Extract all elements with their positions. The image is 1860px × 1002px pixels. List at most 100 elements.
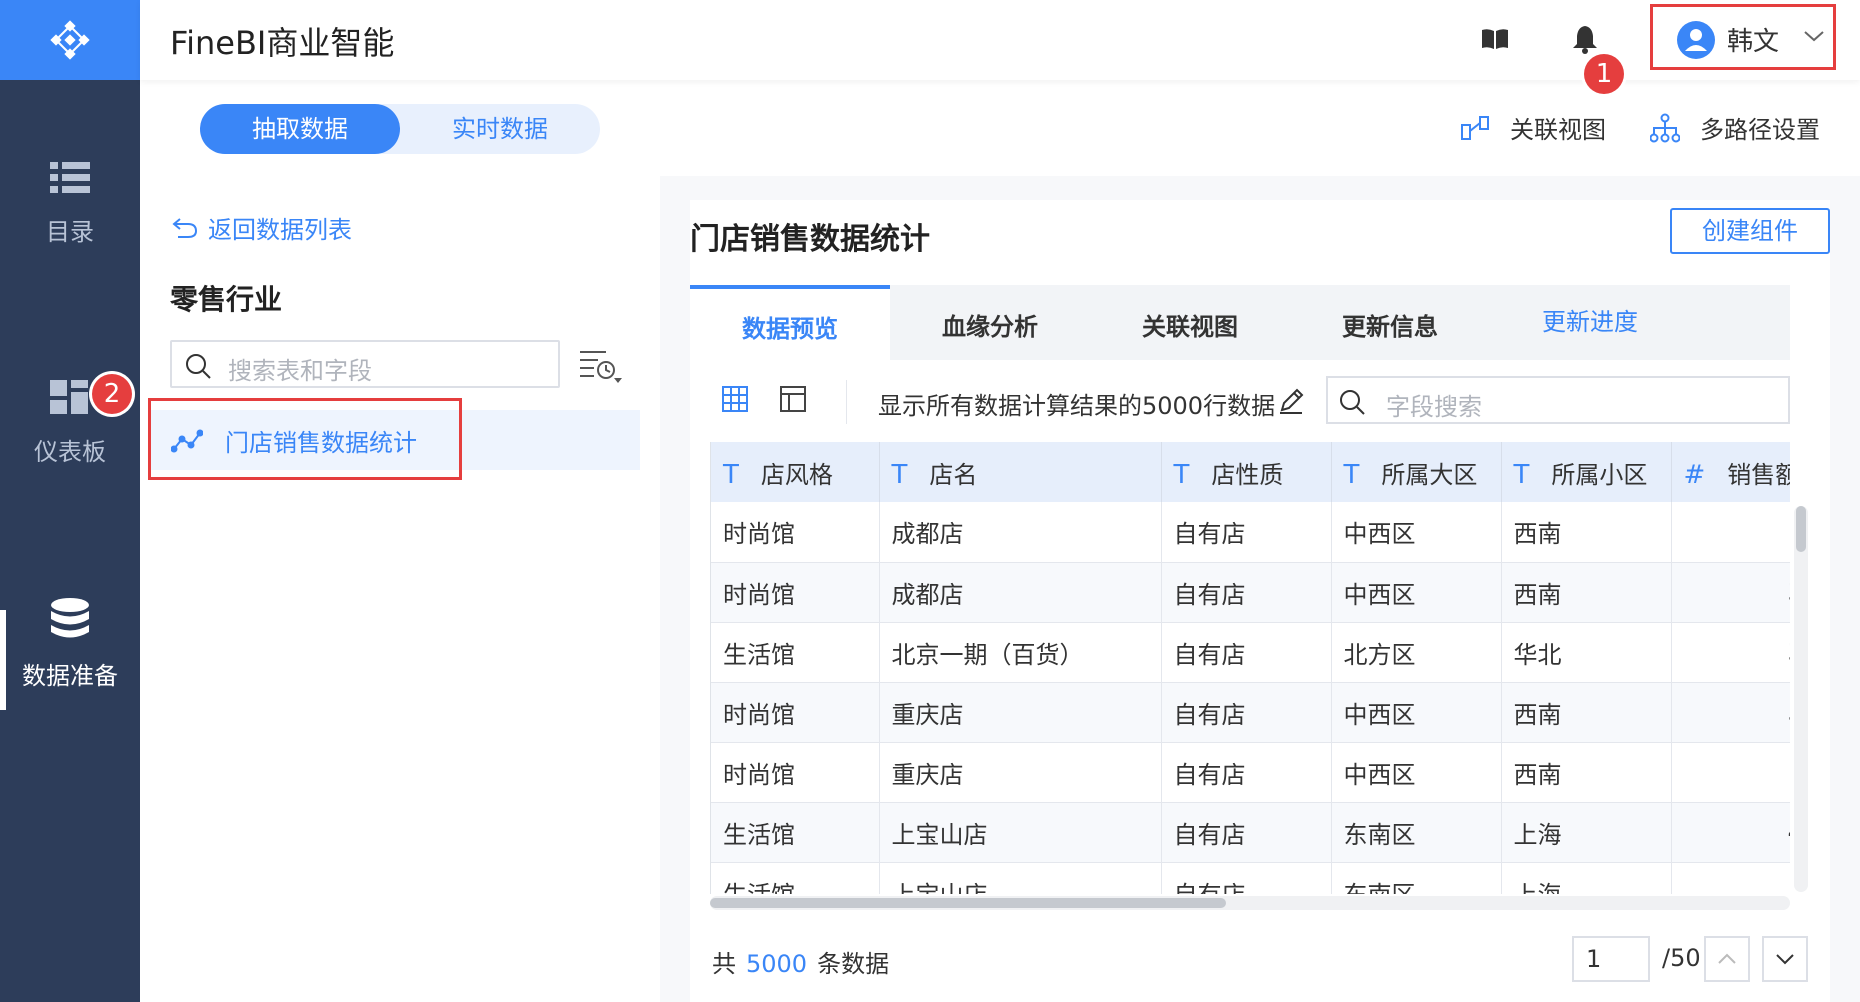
table-cell: 中西区 xyxy=(1331,682,1502,743)
table-row[interactable]: 时尚馆成都店自有店中西区西南3, xyxy=(711,562,1790,623)
table-item-label: 门店销售数据统计 xyxy=(225,429,417,457)
page-total: /50 xyxy=(1662,944,1701,972)
table-cell: 自有店 xyxy=(1161,502,1332,563)
book-icon[interactable] xyxy=(1480,24,1510,54)
table-cell: 西南 xyxy=(1501,742,1672,803)
detail-tabs: 数据预览 血缘分析 关联视图 更新信息 更新进度 xyxy=(690,285,1790,360)
page-number-input[interactable]: 1 xyxy=(1572,936,1650,982)
column-header[interactable]: T 店性质 xyxy=(1161,442,1332,502)
count-prefix: 共 xyxy=(712,950,736,978)
table-row[interactable]: 时尚馆重庆店自有店中西区西南5, xyxy=(711,682,1790,743)
tab-lineage-analysis[interactable]: 血缘分析 xyxy=(890,285,1090,360)
user-menu[interactable]: 韩文 xyxy=(1650,4,1836,70)
table-header-row: T 店风格 T 店名 T 店性质 T 所属大区 T 所属小区 # 销售额 xyxy=(711,442,1790,502)
column-header[interactable]: # 销售额 xyxy=(1671,442,1790,502)
horizontal-scrollbar[interactable] xyxy=(710,896,1790,910)
grid-view-icon[interactable] xyxy=(722,386,748,412)
page-down-button[interactable] xyxy=(1762,936,1808,982)
tab-relation-view[interactable]: 关联视图 xyxy=(1090,285,1290,360)
table-cell: 中西区 xyxy=(1331,502,1502,563)
bell-icon[interactable] xyxy=(1572,24,1598,54)
table-cell: 自有店 xyxy=(1161,562,1332,623)
user-avatar-icon xyxy=(1677,21,1715,59)
edit-pencil-icon[interactable] xyxy=(1278,388,1304,414)
toggle-realtime-data[interactable]: 实时数据 xyxy=(400,104,600,154)
table-cell: 成都店 xyxy=(879,502,1162,563)
user-name: 韩文 xyxy=(1727,27,1780,57)
count-suffix: 条数据 xyxy=(817,950,890,978)
scroll-thumb[interactable] xyxy=(1796,506,1806,552)
text-type-icon: T xyxy=(891,459,908,490)
table-cell: 自有店 xyxy=(1161,622,1332,683)
nav-item-label: 目录 xyxy=(46,218,94,246)
table-cell: 生活馆 xyxy=(711,622,880,683)
table-cell: 4, xyxy=(1671,802,1790,863)
table-cell: 重庆店 xyxy=(879,682,1162,743)
column-name: 店名 xyxy=(929,460,978,489)
nav-item-label: 数据准备 xyxy=(22,662,118,690)
search-icon xyxy=(1340,390,1365,415)
table-cell: 华北 xyxy=(1501,622,1672,683)
back-to-data-list-link[interactable]: 返回数据列表 xyxy=(172,210,352,245)
table-row[interactable]: 时尚馆重庆店自有店中西区西南1, xyxy=(711,742,1790,803)
nav-item-catalog[interactable]: 目录 xyxy=(0,160,140,247)
column-header[interactable]: T 店风格 xyxy=(711,442,880,502)
table-field-search-input[interactable]: 搜索表和字段 xyxy=(170,340,560,388)
logo-icon xyxy=(50,20,90,60)
table-cell: 生活馆 xyxy=(711,862,880,894)
table-cell: 时尚馆 xyxy=(711,562,880,623)
layout-view-icon[interactable] xyxy=(780,386,806,412)
table-cell: 中西区 xyxy=(1331,562,1502,623)
tab-update-info[interactable]: 更新信息 xyxy=(1290,285,1490,360)
column-header[interactable]: T 所属大区 xyxy=(1331,442,1502,502)
table-cell: 中西区 xyxy=(1331,742,1502,803)
field-search-input[interactable]: 字段搜索 xyxy=(1326,376,1790,424)
list-icon xyxy=(50,162,90,193)
chevron-down-icon xyxy=(1804,31,1824,42)
number-type-icon: # xyxy=(1683,459,1706,490)
vertical-scrollbar[interactable] xyxy=(1794,506,1808,892)
table-row[interactable]: 生活馆上宝山店自有店东南区上海1, xyxy=(711,862,1790,894)
filter-history-icon[interactable] xyxy=(578,346,622,386)
table-row[interactable]: 生活馆上宝山店自有店东南区上海4, xyxy=(711,802,1790,863)
column-name: 销售额 xyxy=(1727,460,1790,489)
table-cell: 成都店 xyxy=(879,562,1162,623)
tab-data-preview[interactable]: 数据预览 xyxy=(690,285,890,360)
multipath-settings-button[interactable]: 多路径设置 xyxy=(1650,110,1820,145)
back-label: 返回数据列表 xyxy=(208,216,352,244)
chevron-up-icon xyxy=(1718,953,1736,964)
table-item-store-sales[interactable]: 门店销售数据统计 xyxy=(148,398,462,480)
table-cell: 北京一期（百货） xyxy=(879,622,1162,683)
scroll-thumb[interactable] xyxy=(710,898,1226,908)
row-count-info: 显示所有数据计算结果的5000行数据 xyxy=(878,392,1276,420)
step-badge-2: 2 xyxy=(92,374,132,414)
create-component-button[interactable]: 创建组件 xyxy=(1670,208,1830,254)
column-name: 所属大区 xyxy=(1381,460,1478,489)
app-title: FineBI商业智能 xyxy=(170,24,395,62)
table-cell: 西南 xyxy=(1501,682,1672,743)
page-up-button[interactable] xyxy=(1704,936,1750,982)
table-cell: 自有店 xyxy=(1161,802,1332,863)
table-row[interactable]: 时尚馆成都店自有店中西区西南1, xyxy=(711,502,1790,563)
app-logo[interactable] xyxy=(0,0,140,80)
dashboard-icon xyxy=(50,380,88,414)
tab-update-progress[interactable]: 更新进度 xyxy=(1490,285,1690,360)
column-header[interactable]: T 所属小区 xyxy=(1501,442,1672,502)
search-icon xyxy=(186,354,211,379)
table-cell: 东南区 xyxy=(1331,862,1502,894)
table-cell: 时尚馆 xyxy=(711,502,880,563)
column-header[interactable]: T 店名 xyxy=(879,442,1162,502)
nav-item-data-prep[interactable]: 数据准备 xyxy=(0,598,140,691)
search-placeholder: 搜索表和字段 xyxy=(228,357,372,385)
table-row[interactable]: 生活馆北京一期（百货）自有店北方区华北3, xyxy=(711,622,1790,683)
toggle-extract-data[interactable]: 抽取数据 xyxy=(200,104,400,154)
relation-view-button[interactable]: 关联视图 xyxy=(1460,110,1606,145)
text-type-icon: T xyxy=(1513,459,1530,490)
data-group-title: 零售行业 xyxy=(170,283,283,316)
relation-view-icon xyxy=(1461,115,1489,140)
hierarchy-icon xyxy=(1650,113,1680,142)
nav-item-label: 仪表板 xyxy=(34,438,106,466)
text-type-icon: T xyxy=(1173,459,1190,490)
record-count: 共 5000 条数据 xyxy=(712,944,889,979)
table-cell: 上宝山店 xyxy=(879,802,1162,863)
